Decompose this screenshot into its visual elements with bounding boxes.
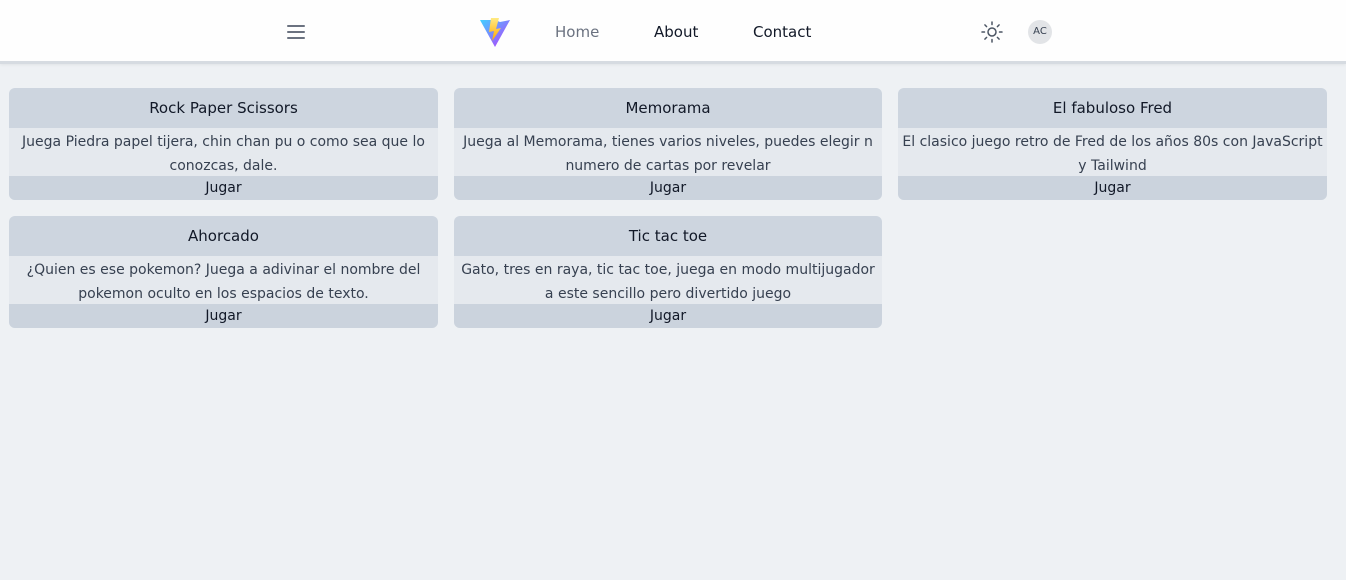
card-description: Juega Piedra papel tijera, chin chan pu … <box>9 128 438 176</box>
play-button[interactable]: Jugar <box>454 304 882 328</box>
navbar: Home About Contact AC <box>0 0 1346 64</box>
card-title: Ahorcado <box>9 216 438 256</box>
vite-logo[interactable] <box>478 15 512 49</box>
game-card-rock-paper-scissors: Rock Paper Scissors Juega Piedra papel t… <box>9 88 438 200</box>
card-title: El fabuloso Fred <box>898 88 1327 128</box>
sun-icon[interactable] <box>980 20 1004 44</box>
play-button[interactable]: Jugar <box>898 176 1327 200</box>
games-grid: Rock Paper Scissors Juega Piedra papel t… <box>9 88 1327 328</box>
game-card-ahorcado: Ahorcado ¿Quien es ese pokemon? Juega a … <box>9 216 438 328</box>
card-description: Juega al Memorama, tienes varios niveles… <box>454 128 882 176</box>
play-button[interactable]: Jugar <box>9 176 438 200</box>
nav-link-about[interactable]: About <box>654 22 698 42</box>
card-title: Tic tac toe <box>454 216 882 256</box>
card-description: Gato, tres en raya, tic tac toe, juega e… <box>454 256 882 304</box>
card-title: Rock Paper Scissors <box>9 88 438 128</box>
nav-link-home[interactable]: Home <box>555 22 599 42</box>
hamburger-menu-icon[interactable] <box>283 20 309 44</box>
nav-link-contact[interactable]: Contact <box>753 22 811 42</box>
game-card-memorama: Memorama Juega al Memorama, tienes vario… <box>454 88 882 200</box>
game-card-el-fabuloso-fred: El fabuloso Fred El clasico juego retro … <box>898 88 1327 200</box>
card-description: El clasico juego retro de Fred de los añ… <box>898 128 1327 176</box>
card-title: Memorama <box>454 88 882 128</box>
card-description: ¿Quien es ese pokemon? Juega a adivinar … <box>9 256 438 304</box>
avatar[interactable]: AC <box>1028 20 1052 44</box>
play-button[interactable]: Jugar <box>9 304 438 328</box>
game-card-tic-tac-toe: Tic tac toe Gato, tres en raya, tic tac … <box>454 216 882 328</box>
play-button[interactable]: Jugar <box>454 176 882 200</box>
